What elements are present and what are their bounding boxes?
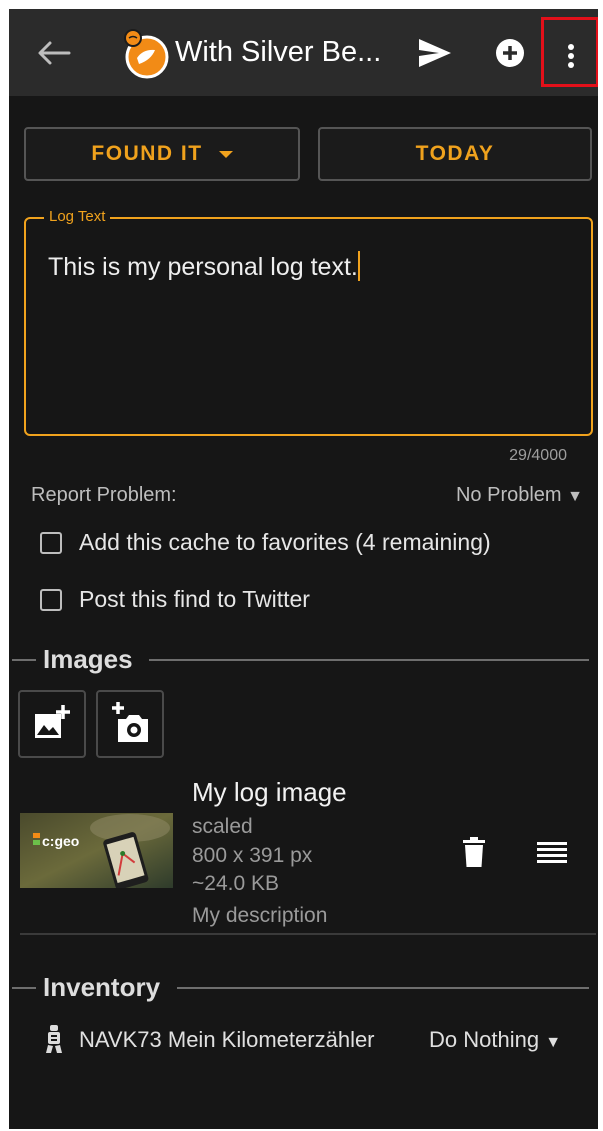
report-problem-dropdown[interactable]: No Problem ▼ — [456, 484, 583, 507]
trackable-code: NAVK73 — [79, 1027, 162, 1052]
inventory-section-header: Inventory — [9, 972, 598, 1003]
image-file-size: ~24.0 KB — [192, 872, 279, 895]
images-section-header: Images — [9, 644, 598, 675]
back-arrow-icon[interactable] — [37, 40, 71, 66]
add-photo-icon — [35, 705, 70, 738]
log-type-label: FOUND IT — [91, 142, 203, 165]
delete-icon[interactable] — [462, 837, 486, 867]
add-circle-icon[interactable] — [495, 38, 525, 68]
trackable-action-dropdown[interactable]: Do Nothing ▼ — [429, 1027, 561, 1053]
trackable-title: Mein Kilometerzähler — [167, 1027, 375, 1052]
log-type-button[interactable]: FOUND IT — [24, 127, 300, 181]
list-divider — [20, 933, 596, 935]
date-label: TODAY — [415, 142, 495, 165]
camera-add-icon — [112, 702, 148, 742]
character-counter: 29/4000 — [509, 447, 567, 464]
favorites-checkbox-label: Add this cache to favorites (4 remaining… — [79, 529, 491, 555]
dropdown-arrow-icon: ▼ — [545, 1034, 562, 1051]
dropdown-caret-icon — [218, 150, 233, 158]
image-state: scaled — [192, 815, 253, 838]
log-text-field[interactable]: Log Text This is my personal log text. — [24, 208, 593, 436]
cache-type-icon — [124, 29, 169, 79]
take-photo-button[interactable] — [96, 690, 164, 758]
date-button[interactable]: TODAY — [318, 127, 592, 181]
app-bar: With Silver Be... — [9, 9, 598, 96]
twitter-checkbox-row[interactable]: Post this find to Twitter — [40, 586, 310, 613]
phone-screen: With Silver Be... FOUND IT TODAY Log Tex… — [9, 9, 598, 1129]
text-cursor — [357, 251, 360, 281]
log-text-label: Log Text — [44, 208, 111, 225]
report-problem-value: No Problem — [455, 484, 562, 506]
image-thumbnail[interactable]: c:geo — [20, 813, 173, 888]
trackable-name: NAVK73 Mein Kilometerzähler — [79, 1027, 375, 1053]
inventory-section-title: Inventory — [40, 972, 164, 1003]
twitter-checkbox-label: Post this find to Twitter — [79, 586, 310, 612]
send-icon[interactable] — [417, 37, 453, 69]
favorites-checkbox-row[interactable]: Add this cache to favorites (4 remaining… — [40, 529, 491, 556]
image-description: My description — [192, 904, 328, 927]
image-title: My log image — [192, 777, 347, 807]
log-text-value: This is my personal log text. — [48, 253, 358, 281]
thumbnail-logo-text: c:geo — [42, 833, 79, 849]
drag-handle-icon[interactable] — [537, 842, 567, 864]
report-problem-label: Report Problem: — [31, 484, 177, 506]
more-options-icon[interactable] — [541, 17, 598, 87]
dropdown-arrow-icon: ▼ — [567, 488, 583, 505]
image-dimensions: 800 x 391 px — [192, 844, 313, 867]
images-section-title: Images — [40, 644, 136, 675]
add-image-button[interactable] — [18, 690, 86, 758]
favorites-checkbox[interactable] — [40, 531, 62, 554]
trackable-icon — [46, 1025, 62, 1053]
trackable-action-value: Do Nothing — [429, 1027, 540, 1052]
twitter-checkbox[interactable] — [40, 588, 62, 611]
cache-title: With Silver Be... — [175, 36, 382, 68]
